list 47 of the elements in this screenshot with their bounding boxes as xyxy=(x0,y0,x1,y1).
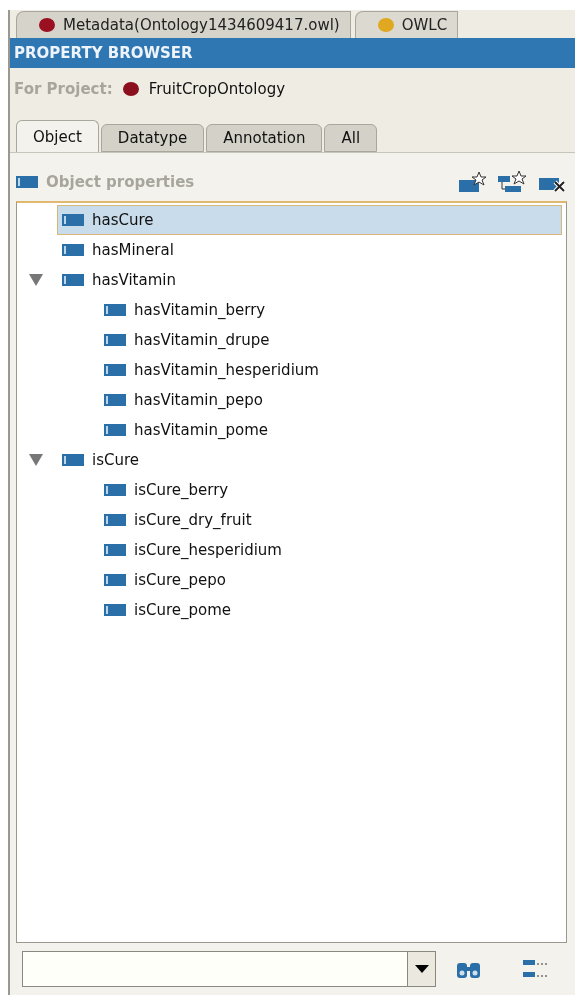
property-icon xyxy=(104,303,126,317)
property-icon xyxy=(104,573,126,587)
tree-item[interactable]: isCure_berry xyxy=(99,475,234,505)
property-icon xyxy=(62,273,84,287)
property-icon xyxy=(16,175,38,189)
property-icon xyxy=(104,393,126,407)
tree-item[interactable]: isCure_hesperidium xyxy=(99,535,287,565)
project-label: For Project: xyxy=(14,80,113,98)
tree-item[interactable]: hasVitamin_berry xyxy=(99,295,271,325)
tab[interactable]: Datatype xyxy=(100,124,205,152)
tree-item[interactable]: isCure_pome xyxy=(99,595,237,625)
add-subproperty-button[interactable] xyxy=(497,170,527,194)
property-icon xyxy=(104,483,126,497)
add-property-button[interactable] xyxy=(457,170,487,194)
tab[interactable]: Annotation xyxy=(206,124,323,152)
tree-item[interactable]: hasMineral xyxy=(57,235,179,265)
editor-tab[interactable]: OWLC xyxy=(354,11,459,38)
view-options-button[interactable] xyxy=(522,958,550,980)
tab[interactable]: All xyxy=(324,124,378,152)
caret-icon xyxy=(414,965,429,973)
expanded-arrow-icon[interactable] xyxy=(29,274,43,286)
property-icon xyxy=(104,513,126,527)
tab[interactable]: Object xyxy=(16,120,99,152)
tree-item[interactable]: hasVitamin_pepo xyxy=(99,385,268,415)
tree-item[interactable]: hasVitamin_hesperidium xyxy=(99,355,324,385)
tree-item[interactable]: hasVitamin xyxy=(57,265,181,295)
property-icon xyxy=(62,243,84,257)
property-icon xyxy=(62,213,84,227)
tree-item[interactable]: hasVitamin_drupe xyxy=(99,325,275,355)
tree-item[interactable]: isCure_pepo xyxy=(99,565,231,595)
panel-header: PROPERTY BROWSER xyxy=(10,38,575,68)
tree-item[interactable]: hasCure xyxy=(57,205,562,235)
property-icon xyxy=(62,453,84,467)
property-icon xyxy=(104,543,126,557)
property-icon xyxy=(104,363,126,377)
expanded-arrow-icon[interactable] xyxy=(29,454,43,466)
project-dot-icon xyxy=(122,82,139,96)
property-icon xyxy=(104,333,126,347)
property-icon xyxy=(104,603,126,617)
property-icon xyxy=(104,423,126,437)
dropdown-button[interactable] xyxy=(407,952,435,986)
tree-title: Object properties xyxy=(46,173,196,191)
tree-item[interactable]: isCure xyxy=(57,445,145,475)
tree-item[interactable]: hasVitamin_pome xyxy=(99,415,273,445)
project-name: FruitCropOntology xyxy=(148,80,286,98)
editor-tab[interactable]: Metadata(Ontology1434609417.owl) xyxy=(16,11,351,38)
tree-item[interactable]: isCure_dry_fruit xyxy=(99,505,257,535)
